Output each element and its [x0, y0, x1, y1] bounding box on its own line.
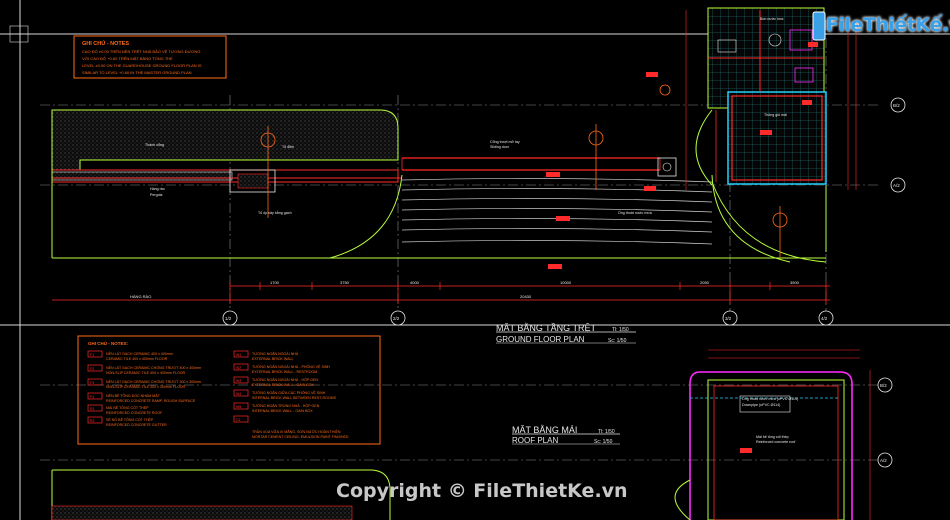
notes-bottom-title: GHI CHÚ - NOTES:	[88, 340, 129, 346]
note-en: CERAMIC TILE 400 x 400mm FLOOR	[106, 357, 168, 361]
svg-text:20430: 20430	[520, 294, 532, 299]
grid-bubble-label: 2/2	[393, 316, 400, 321]
note-en: NON-SLIP CERAMIC TILE 400 x 400mm FLOOR	[106, 371, 186, 375]
note-code: W2	[236, 366, 241, 370]
annotation: Pergola	[150, 193, 162, 197]
guardhouse	[657, 7, 827, 252]
svg-text:3500: 3500	[790, 280, 800, 285]
grid-bubble-label: 1/2	[225, 316, 232, 321]
cad-drawing-viewport[interactable]: 1700 3750 4000 10000 2050 3500 HÀNG RÀO 2043…	[0, 0, 950, 520]
note-code: W5	[236, 405, 241, 409]
note-vi: NỀN LÁT GẠCH CERAMIC CHỐNG TRƯỢT 300 x 3…	[106, 379, 201, 384]
note-code: W4	[236, 392, 241, 396]
ground-plan-scale-en: Sc: 1/50	[608, 338, 627, 344]
svg-text:3750: 3750	[340, 280, 350, 285]
annotation: Tủ điện	[282, 145, 294, 149]
svg-text:10000: 10000	[560, 280, 572, 285]
svg-text:2050: 2050	[700, 280, 710, 285]
annotation: Tủ ốp xây bằng gạch	[258, 210, 292, 215]
note-vi: TƯỜNG NGĂN NGOÀI NHÀ - HỘP GEN	[252, 377, 318, 382]
note-code: F4	[90, 395, 94, 399]
note-en: NON-SLIP CERAMIC TILE 300 x 300mm FLOOR	[106, 385, 186, 389]
curb-curve-right	[711, 174, 791, 263]
note-vi: MÁI BÊ TÔNG CỐT THÉP	[106, 405, 149, 410]
note-en: MORTAR CEMENT CEILING, EMULSION PAINT FI…	[252, 435, 349, 439]
notes-top-line: CAO ĐỘ ±0.00 TRÊN NỀN TRỆT NHÀ BẢO VỆ TƯ…	[82, 49, 201, 54]
roof-plan-scale-en: Sc: 1/50	[594, 439, 613, 445]
note-en: REINFORCED CONCRETE RAMP, ROUGH SURFACE	[106, 399, 196, 403]
notes-top-line: SIMILAR TO LEVEL +0.60 IN THE MASTER GRO…	[82, 70, 192, 75]
dimension-lines	[52, 282, 830, 304]
note-en: EXTERNAL BRICK WALL	[252, 357, 293, 361]
svg-text:HÀNG RÀO: HÀNG RÀO	[130, 294, 151, 299]
grid-bubble-label: 4/2	[821, 316, 828, 321]
annotation: Bồn nước inox	[760, 17, 784, 21]
note-vi: TƯỜNG NGĂN NGOÀI NHÀ - PHÒNG VỆ SINH	[252, 364, 330, 369]
ground-plan-title-en: GROUND FLOOR PLAN	[496, 335, 585, 344]
ground-plan-scale-vi: Tl: 1/50	[612, 327, 629, 333]
svg-text:1700: 1700	[270, 280, 280, 285]
watermark-copyright: Copyright © FileThietKe.vn	[336, 480, 628, 502]
note-vi: TƯỜNG NGĂN NGOÀI NHÀ	[252, 351, 299, 356]
notes-top-title: GHI CHÚ - NOTES	[82, 40, 129, 47]
grid-bubble-label: B/2	[893, 103, 900, 108]
note-en: EXTERNAL BRICK WALL - RESTROOM	[252, 370, 317, 374]
note-code: W1	[236, 353, 241, 357]
ramp-lines	[401, 178, 713, 245]
note-code: W3	[236, 379, 241, 383]
svg-text:4000: 4000	[410, 280, 420, 285]
notes-top-line: LEVEL ±0.00 ON THE GUARDHOUSE GROUND FLO…	[82, 63, 202, 68]
roof-plan-title-en: ROOF PLAN	[512, 436, 558, 445]
annotation: Hàng rào	[150, 187, 165, 191]
note-en: EXTERNAL BRICK WALL - GAIN BOX	[252, 383, 315, 387]
annotation: Sliding door	[490, 145, 510, 149]
grid-bubble-label: B/2	[880, 383, 887, 388]
notes-top-line: VỚI CAO ĐỘ +0.60 TRÊN MẶT BẰNG TỔNG THỂ	[82, 56, 173, 61]
annotation: Reinforced concrete roof	[756, 440, 795, 444]
note-vi: TRẦN XOA VỮA XI MĂNG, SƠN NƯỚC HOÀN THIỆ…	[252, 429, 341, 434]
annotation: Mái bê tông cốt thép	[756, 435, 789, 439]
note-code: R2	[90, 419, 95, 423]
watermark-logo-text: FileThiếtKế.vn	[826, 14, 950, 36]
ground-plan-title-vi: MẶT BẰNG TẦNG TRỆT	[496, 323, 597, 333]
annotation: Ống thoát nước mưa (uPVC Ø114)	[742, 396, 798, 401]
annotation: Downpipe (uPVC Ø114)	[742, 403, 780, 407]
roof-plan-scale-vi: Tl: 1/50	[598, 429, 615, 435]
note-vi: NỀN LÁT GẠCH CERAMIC 400 x 400mm	[106, 351, 173, 356]
note-en: REINFORCED CONCRETE GUTTER	[106, 423, 167, 427]
note-code: R1	[90, 407, 95, 411]
note-vi: NỀN LÁT GẠCH CERAMIC CHỐNG TRƯỢT 400 x 4…	[106, 365, 201, 370]
note-code: C1	[236, 418, 241, 422]
note-code: F3	[90, 381, 94, 385]
note-en: INTERNAL BRICK WALL - GAIN BOX	[252, 409, 313, 413]
roof-plan-title-vi: MẶT BẰNG MÁI	[512, 425, 577, 435]
note-en: INTERNAL BRICK WALL BETWEEN REST-ROOMS	[252, 396, 337, 400]
annotation: Ống thoát nước mưa	[618, 210, 652, 215]
note-en: REINFORCED CONCRETE ROOF	[106, 411, 163, 415]
curb-curve-left	[329, 174, 403, 259]
annotation: Cổng trượt mở tay	[490, 140, 520, 144]
grid-bubble-label: 3/2	[725, 316, 732, 321]
cad-drawing-canvas: 1700 3750 4000 10000 2050 3500 HÀNG RÀO 2043…	[0, 0, 950, 520]
left-planter	[51, 109, 399, 171]
annotation: Thông gió mái	[764, 113, 787, 117]
note-code: F1	[90, 353, 94, 357]
note-vi: NỀN BÊ TÔNG DỐC NHÁM MẶT	[106, 393, 161, 398]
annotation: Thành cổng	[145, 143, 164, 147]
note-vi: TƯỜNG NGĂN TRONG NHÀ - HỘP GEN	[252, 403, 320, 408]
note-vi: SÊ NÔ BÊ TÔNG CỐT THÉP	[106, 417, 154, 422]
grid-bubble-label: A/2	[893, 183, 900, 188]
note-vi: TƯỜNG NGĂN GIỮA CÁC PHÒNG VỆ SINH	[252, 390, 326, 395]
grid-bubble-label: A/2	[880, 458, 887, 463]
note-code: F2	[90, 367, 94, 371]
